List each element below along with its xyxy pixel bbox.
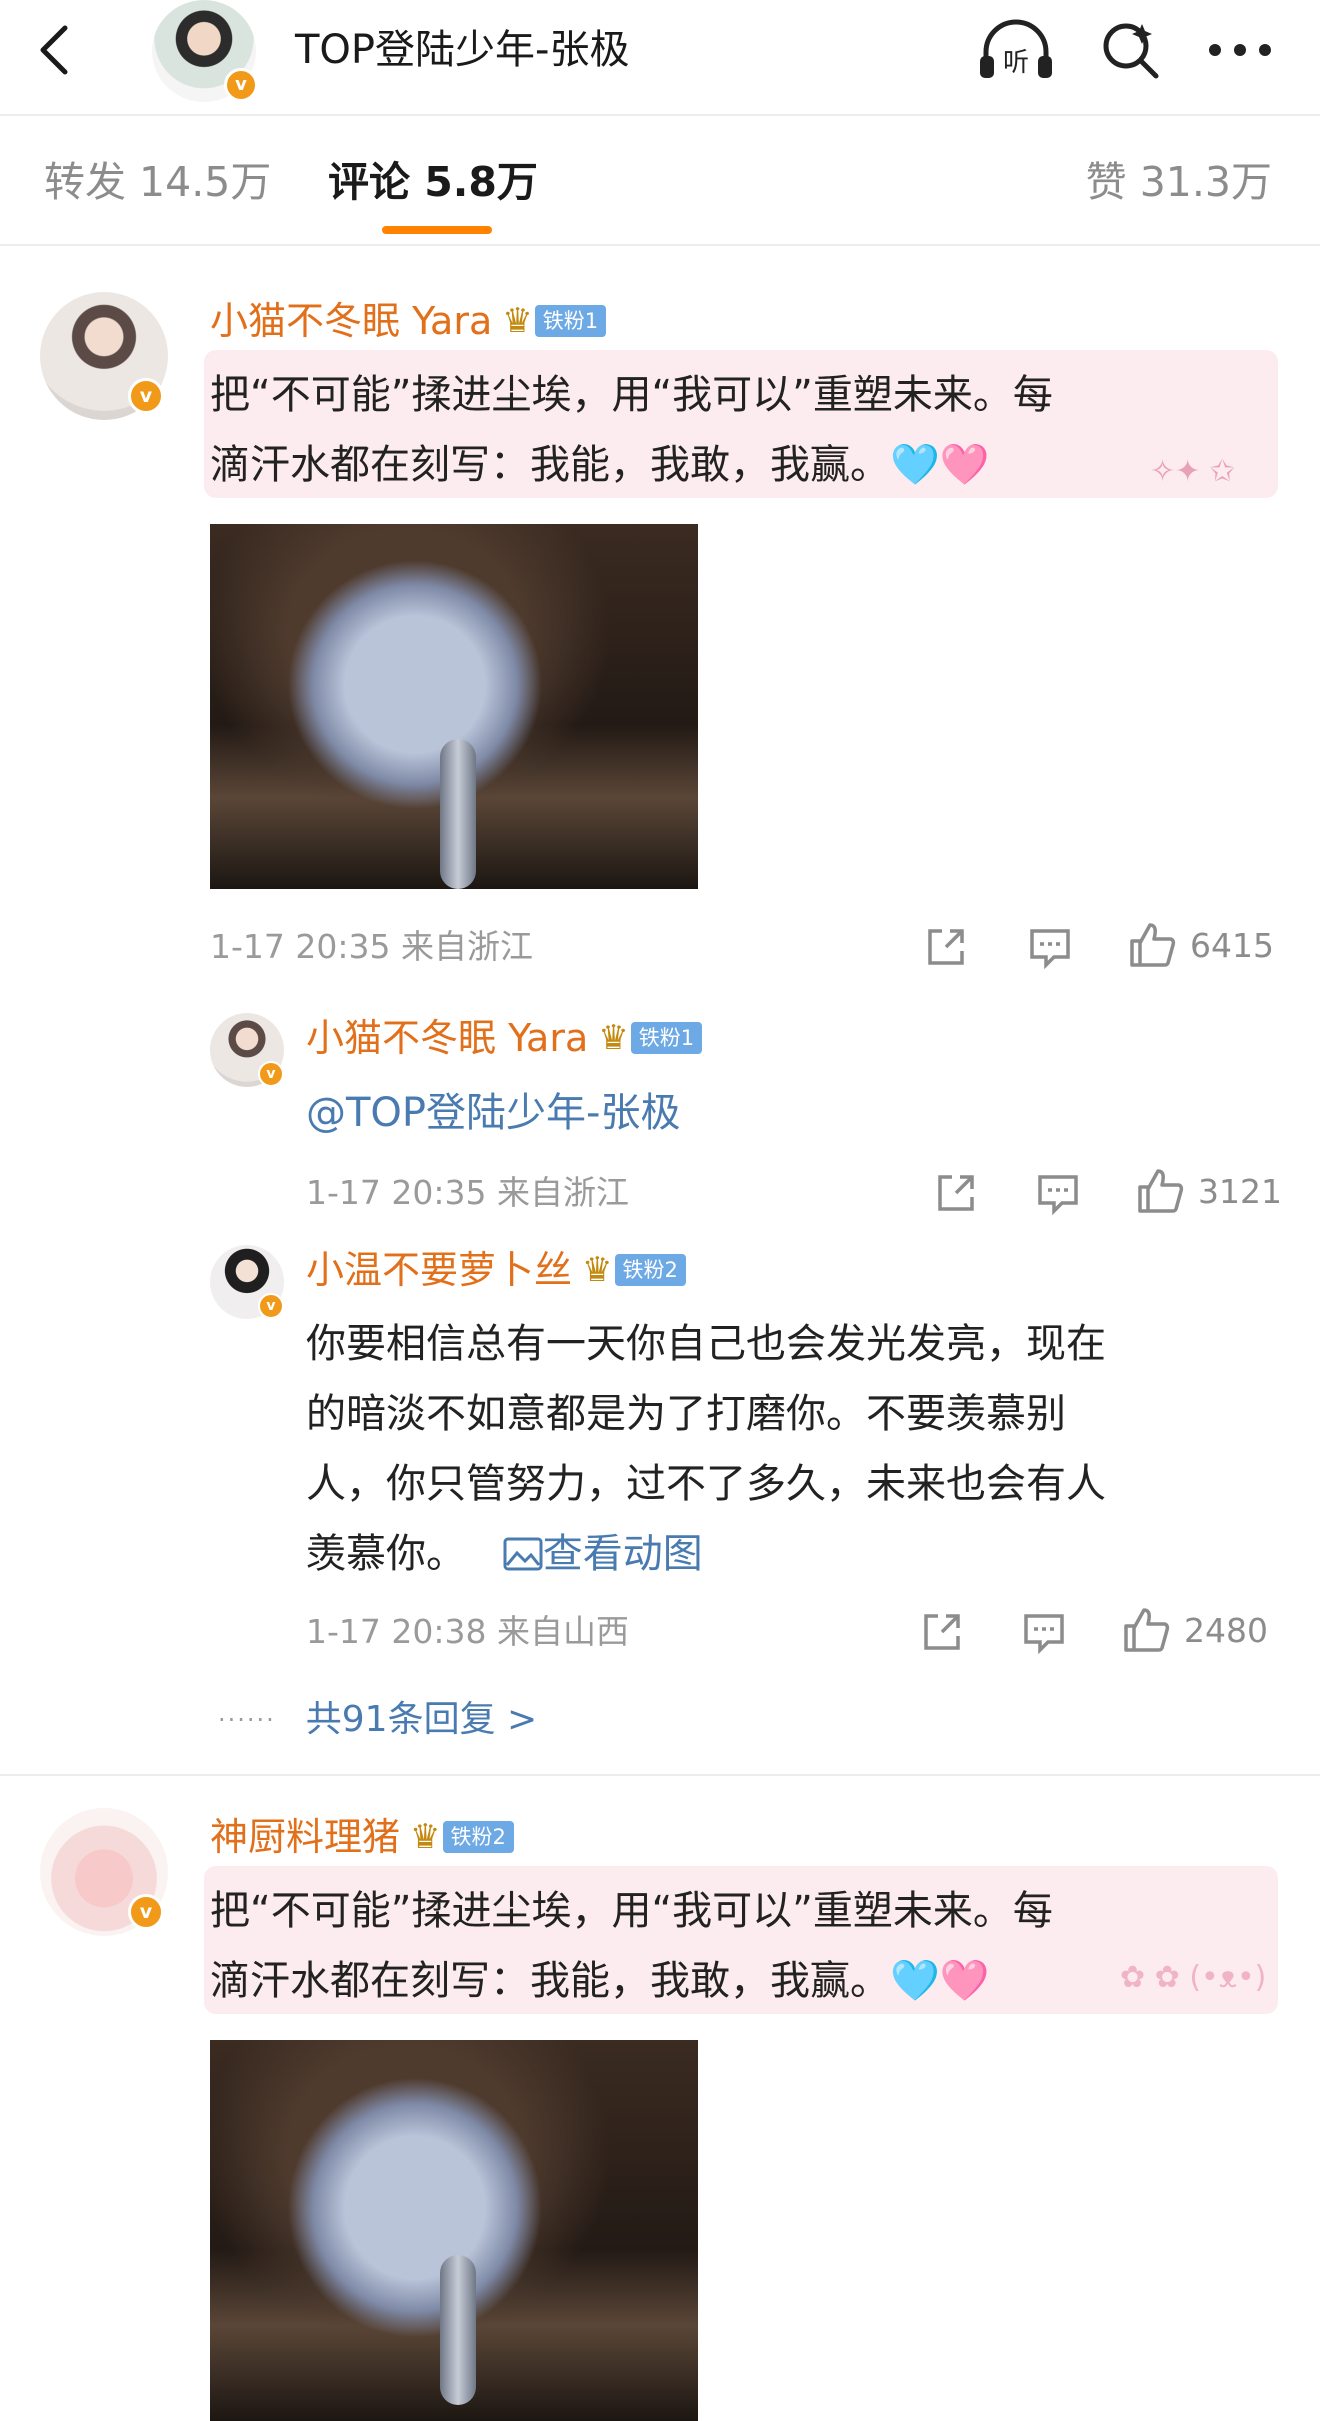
reply-text: 你要相信总有一天你自己也会发光发亮，现在 的暗淡不如意都是为了打磨你。不要羡慕别… [306,1309,1286,1589]
fan-badge: 铁粉1 [534,305,607,337]
thumbs-up-icon [1138,1169,1184,1213]
comment-text-line: 滴汗水都在刻写：我能，我敢，我赢。🩵🩷 [210,430,1290,500]
tab-bar: 转发 14.5万 评论 5.8万 赞 31.3万 [0,116,1320,244]
heart-emoji-icon: 🩵🩷 [890,442,990,488]
comment-text-line: 把“不可能”揉进尘埃，用“我可以”重塑未来。每 [210,1888,1053,1934]
comment-text: 把“不可能”揉进尘埃，用“我可以”重塑未来。每 滴汗水都在刻写：我能，我敢，我赢… [210,360,1290,500]
reply-text-line: 你要相信总有一天你自己也会发光发亮，现在 [306,1321,1106,1367]
listen-label: 听 [1003,48,1029,78]
reply-text-line: 的暗淡不如意都是为了打磨你。不要羡慕别 [306,1391,1066,1437]
reply-mention[interactable]: @TOP登陆少年-张极 [306,1078,680,1148]
comment-text-span: 滴汗水都在刻写：我能，我敢，我赢。 [210,442,890,488]
username-text: 小温不要萝卜丝 [306,1248,573,1292]
page-title[interactable]: TOP登陆少年-张极 [295,22,629,78]
crown-icon: ♛ [598,1018,629,1058]
like-count: 6415 [1190,925,1274,965]
comment-image[interactable] [210,524,698,889]
verified-icon: v [258,1293,284,1319]
divider [0,244,1320,246]
comment-username[interactable]: 神厨料理猪 ♛ 铁粉2 [210,1812,514,1862]
comment-text: 把“不可能”揉进尘埃，用“我可以”重塑未来。每 滴汗水都在刻写：我能，我敢，我赢… [210,1876,1290,2016]
tab-like[interactable]: 赞 31.3万 [1086,154,1272,210]
more-button[interactable] [1200,18,1280,82]
reply-button[interactable] [1020,1606,1068,1658]
search-button[interactable] [1090,18,1170,82]
chevron-left-icon [40,25,68,75]
divider [0,1774,1320,1776]
like-button[interactable]: 2480 [1122,1604,1268,1656]
like-count: 3121 [1198,1171,1282,1211]
reply-username[interactable]: 小温不要萝卜丝 ♛ 铁粉2 [306,1245,686,1295]
reply-text-span: 羡慕你。 [306,1531,466,1577]
crown-icon: ♛ [410,1817,441,1857]
tab-comment[interactable]: 评论 5.8万 [328,154,538,210]
more-replies-link[interactable]: 共91条回复 > [306,1696,537,1744]
share-button[interactable] [932,1167,980,1219]
image-icon [503,1537,543,1571]
comment-icon [1024,1614,1064,1655]
reply-button[interactable] [1034,1167,1082,1219]
crown-icon: ♛ [582,1250,613,1290]
username-text: 小猫不冬眠 Yara [210,299,493,343]
microphone-image-detail [440,739,476,889]
microphone-image-detail [440,2255,476,2405]
heart-emoji-icon: 🩵🩷 [890,1958,990,2004]
comment-text-span: 滴汗水都在刻写：我能，我敢，我赢。 [210,1958,890,2004]
fan-badge: 铁粉2 [614,1254,686,1286]
username-text: 小猫不冬眠 Yara [306,1016,589,1060]
author-avatar[interactable]: v [152,0,262,102]
share-button[interactable] [918,1606,966,1658]
verified-icon: v [128,378,164,414]
top-bar: v TOP登陆少年-张极 听 [0,0,1320,112]
share-icon [924,1614,960,1650]
reply-username[interactable]: 小猫不冬眠 Yara ♛ 铁粉1 [306,1013,703,1063]
username-text: 神厨料理猪 [210,1815,401,1859]
like-button[interactable]: 6415 [1128,919,1274,971]
share-button[interactable] [922,921,970,973]
view-gif-link[interactable]: 查看动图 [503,1531,703,1577]
comment-text-line: 滴汗水都在刻写：我能，我敢，我赢。🩵🩷 [210,1946,1290,2016]
verified-icon: v [224,68,258,102]
reply-button[interactable] [1026,921,1074,973]
like-count: 2480 [1184,1610,1268,1650]
headphones-icon: 听 [980,19,1052,78]
search-icon [1103,23,1159,79]
reply-text-line: 羡慕你。 查看动图 [306,1519,1286,1589]
comment-text-line: 把“不可能”揉进尘埃，用“我可以”重塑未来。每 [210,372,1053,418]
dots-icon: ······ [218,1706,276,1734]
reply-time-location: 1-17 20:38 来自山西 [306,1612,629,1651]
active-tab-indicator [382,226,492,234]
like-button[interactable]: 3121 [1136,1165,1282,1217]
fan-badge: 铁粉1 [630,1022,703,1054]
verified-icon: v [258,1061,284,1087]
more-dots-icon [1209,44,1271,56]
back-button[interactable] [30,22,80,78]
comment-image[interactable] [210,2040,698,2421]
comment-icon [1030,929,1070,970]
more-replies: ······ 共91条回复 > [218,1696,537,1744]
share-icon [938,1175,974,1211]
tab-repost[interactable]: 转发 14.5万 [44,154,271,210]
fan-badge: 铁粉2 [442,1821,514,1853]
reply-text-line: 人，你只管努力，过不了多久，未来也会有人 [306,1461,1106,1507]
reply-time-location: 1-17 20:35 来自浙江 [306,1173,629,1212]
comment-time-location: 1-17 20:35 来自浙江 [210,927,533,966]
verified-icon: v [128,1894,164,1930]
comment-username[interactable]: 小猫不冬眠 Yara ♛ 铁粉1 [210,296,607,346]
share-icon [928,929,964,965]
listen-button[interactable]: 听 [976,18,1056,82]
crown-icon: ♛ [502,301,533,341]
thumbs-up-icon [1124,1608,1170,1652]
comment-icon [1038,1175,1078,1216]
view-gif-label: 查看动图 [542,1531,703,1577]
thumbs-up-icon [1130,923,1176,967]
